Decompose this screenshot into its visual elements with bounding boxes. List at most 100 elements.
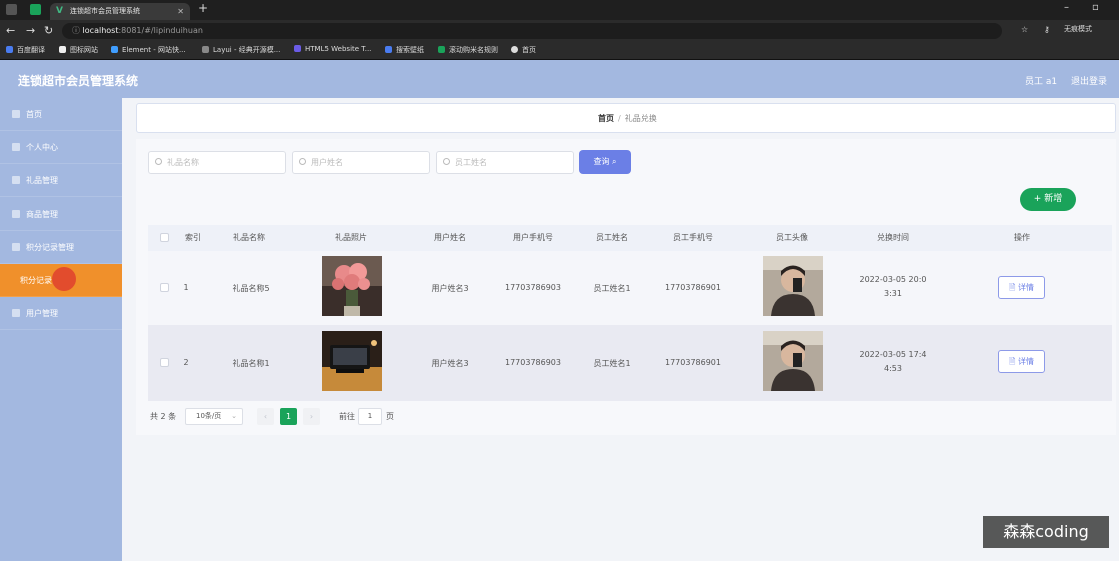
- table-row: 2 礼品名称1 用户姓名3 17703786903 员工姓名1 17703786…: [148, 325, 1112, 401]
- sidebar-item-profile[interactable]: 个人中心: [0, 131, 122, 164]
- row-checkbox[interactable]: [160, 283, 169, 292]
- employee-avatar: [763, 256, 823, 316]
- forward-icon[interactable]: →: [26, 24, 35, 37]
- next-page-button[interactable]: ›: [303, 408, 320, 425]
- bookmark-icon: [385, 46, 392, 53]
- cell-gift-name: 礼品名称5: [232, 284, 270, 293]
- current-user: 员工 a1: [1025, 77, 1058, 87]
- detail-button[interactable]: 🗎 详情: [998, 276, 1045, 299]
- chevron-down-icon: ⌄: [231, 412, 237, 420]
- app-header: 连锁超市会员管理系统 员工 a1 退出登录: [0, 60, 1119, 98]
- sidebar-item-label: 个人中心: [26, 143, 58, 152]
- row-checkbox[interactable]: [160, 358, 169, 367]
- current-page-button[interactable]: 1: [280, 408, 297, 425]
- query-button[interactable]: 查询 ⌕: [579, 150, 631, 174]
- pinned-tab-icon[interactable]: [30, 4, 41, 15]
- search-icon: [443, 158, 450, 165]
- new-tab-icon[interactable]: +: [198, 1, 208, 15]
- bookmarks-bar: 百度翻译 图标网站 Element - 网站快... Layui - 经典开源模…: [0, 42, 1119, 60]
- cell-employee-phone: 17703786901: [665, 358, 721, 367]
- goto-page-input[interactable]: 1: [358, 408, 382, 425]
- search-icon: [155, 158, 162, 165]
- detail-label: 详情: [1017, 357, 1034, 366]
- bookmark-item[interactable]: 图标网站: [59, 45, 98, 55]
- bookmark-label: Element - 网站快...: [122, 46, 186, 54]
- bookmark-item[interactable]: 百度翻译: [6, 45, 45, 55]
- bookmark-item[interactable]: 搜索壁纸: [385, 45, 424, 55]
- add-button[interactable]: + 新增: [1020, 188, 1076, 211]
- table-header: 索引 礼品名称 礼品照片 用户姓名 用户手机号 员工姓名 员工手机号 员工头像 …: [148, 225, 1112, 251]
- pagination-total: 共 2 条: [150, 412, 177, 421]
- bookmark-label: 首页: [522, 46, 536, 54]
- breadcrumb: 首页 / 礼品兑换: [598, 113, 657, 124]
- user-name-placeholder: 用户姓名: [311, 158, 343, 167]
- page-size-select[interactable]: 10条/页 ⌄: [185, 408, 243, 425]
- url-path: :8081/#/lipinduihuan: [118, 26, 203, 35]
- employee-name-input[interactable]: 员工姓名: [436, 151, 574, 174]
- key-icon[interactable]: ⚷: [1044, 25, 1050, 34]
- bookmark-icon: [438, 46, 445, 53]
- bookmark-label: 搜索壁纸: [396, 46, 424, 54]
- bookmark-item[interactable]: 滚动购米名规则: [438, 45, 498, 55]
- select-all-checkbox[interactable]: [160, 233, 169, 242]
- browser-menu-icon[interactable]: [6, 4, 17, 15]
- incognito-label[interactable]: 无痕模式: [1064, 24, 1092, 34]
- document-icon: 🗎: [1009, 283, 1016, 292]
- bookmark-item[interactable]: HTML5 Website T...: [294, 45, 371, 53]
- cell-user-name: 用户姓名3: [431, 284, 469, 293]
- bookmark-icon: [59, 46, 66, 53]
- cell-redeem-time-cont: 3:31: [884, 289, 902, 298]
- column-header: 员工姓名: [596, 233, 628, 242]
- browser-tab[interactable]: V 连锁超市会员管理系统 ✕: [50, 3, 190, 20]
- user-name-input[interactable]: 用户姓名: [292, 151, 430, 174]
- sidebar-item-gifts[interactable]: 礼品管理: [0, 164, 122, 197]
- bookmark-icon: [6, 46, 13, 53]
- star-icon[interactable]: ☆: [1021, 25, 1028, 34]
- reload-icon[interactable]: ↻: [44, 24, 53, 37]
- bookmark-icon: [511, 46, 518, 53]
- cell-user-phone: 17703786903: [505, 358, 561, 367]
- bookmark-label: 滚动购米名规则: [449, 46, 498, 54]
- breadcrumb-separator: /: [618, 114, 621, 123]
- cell-redeem-time: 2022-03-05 20:0: [859, 275, 927, 284]
- record-icon: [12, 243, 20, 251]
- bookmark-item[interactable]: Layui - 经典开源模...: [202, 45, 280, 55]
- sidebar-item-label: 积分记录: [20, 276, 52, 285]
- detail-label: 详情: [1017, 283, 1034, 292]
- gift-name-input[interactable]: 礼品名称: [148, 151, 286, 174]
- sidebar-item-products[interactable]: 商品管理: [0, 198, 122, 231]
- url-field[interactable]: ⓘ localhost:8081/#/lipinduihuan: [62, 23, 1002, 39]
- home-icon: [12, 110, 20, 118]
- logout-link[interactable]: 退出登录: [1071, 74, 1107, 87]
- gift-photo: [322, 331, 382, 391]
- employee-name-placeholder: 员工姓名: [455, 158, 487, 167]
- minimize-icon[interactable]: –: [1064, 2, 1069, 13]
- cell-redeem-time: 2022-03-05 17:4: [859, 350, 927, 359]
- restore-icon[interactable]: ▫: [1092, 2, 1099, 13]
- column-header: 用户手机号: [513, 233, 553, 242]
- breadcrumb-home[interactable]: 首页: [598, 114, 614, 123]
- sidebar-item-points-management[interactable]: 积分记录管理: [0, 231, 122, 264]
- tab-title: 连锁超市会员管理系统: [70, 7, 140, 15]
- cell-user-phone: 17703786903: [505, 283, 561, 292]
- gift-photo: [322, 256, 382, 316]
- sidebar-item-label: 首页: [26, 110, 42, 119]
- bookmark-label: Layui - 经典开源模...: [213, 46, 281, 54]
- bookmark-icon: [202, 46, 209, 53]
- query-label: 查询: [593, 157, 610, 166]
- cell-gift-name: 礼品名称1: [232, 359, 270, 368]
- sidebar-item-home[interactable]: 首页: [0, 98, 122, 131]
- tab-close-icon[interactable]: ✕: [177, 3, 184, 20]
- column-header: 礼品照片: [335, 233, 367, 242]
- cell-employee-name: 员工姓名1: [593, 359, 631, 368]
- prev-page-button[interactable]: ‹: [257, 408, 274, 425]
- sidebar-item-users[interactable]: 用户管理: [0, 297, 122, 330]
- column-header: 操作: [1014, 233, 1030, 242]
- column-header: 礼品名称: [233, 233, 265, 242]
- back-icon[interactable]: ←: [6, 24, 15, 37]
- detail-button[interactable]: 🗎 详情: [998, 350, 1045, 373]
- column-header: 员工头像: [776, 233, 808, 242]
- bookmark-label: HTML5 Website T...: [305, 45, 372, 53]
- bookmark-item[interactable]: Element - 网站快...: [111, 45, 186, 55]
- bookmark-item[interactable]: 首页: [511, 45, 536, 55]
